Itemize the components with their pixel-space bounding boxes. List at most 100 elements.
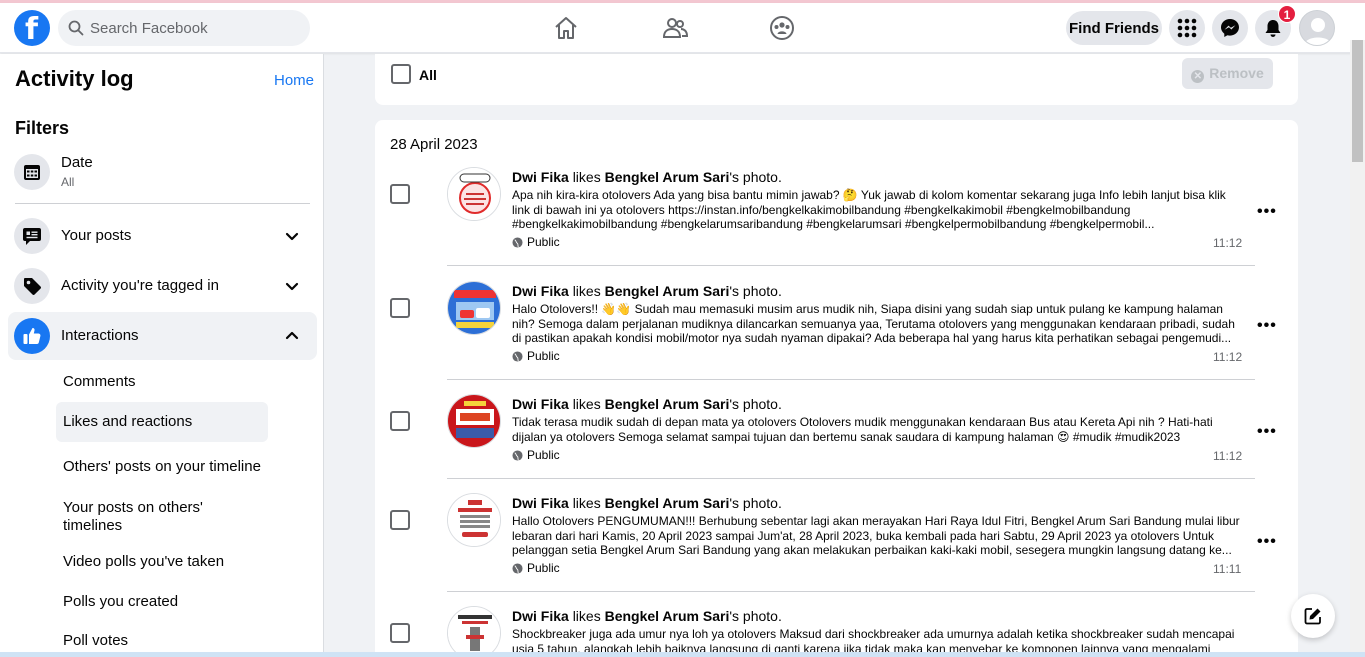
- entry-verb: likes: [572, 608, 601, 624]
- search-input[interactable]: [90, 10, 300, 46]
- post-thumbnail-image: [448, 607, 500, 657]
- sub-item-polls-created[interactable]: Polls you created: [56, 584, 268, 620]
- page-name[interactable]: Bengkel Arum Sari: [605, 169, 730, 185]
- facebook-logo-letter: f: [25, 12, 39, 47]
- sidebar-item-interactions[interactable]: Interactions: [8, 312, 317, 360]
- posts-icon: [23, 228, 41, 245]
- entry-checkbox[interactable]: [390, 623, 410, 643]
- facebook-logo[interactable]: f: [14, 10, 50, 47]
- page-name[interactable]: Bengkel Arum Sari: [605, 608, 730, 624]
- actor-name[interactable]: Dwi Fika: [512, 495, 569, 511]
- page-name[interactable]: Bengkel Arum Sari: [605, 283, 730, 299]
- chevron-down-icon[interactable]: [284, 228, 300, 244]
- new-message-button[interactable]: [1291, 594, 1335, 638]
- post-thumbnail-image: [448, 494, 500, 546]
- entry-time: 11:12: [1213, 350, 1243, 364]
- more-options-icon[interactable]: •••: [1257, 317, 1277, 335]
- entry-separator: [447, 265, 1255, 266]
- entry-verb: likes: [572, 495, 601, 511]
- bulk-actions-card: All ✕ Remove: [375, 54, 1298, 105]
- post-thumbnail-image: [448, 395, 500, 447]
- entry-checkbox[interactable]: [390, 184, 410, 204]
- select-all-checkbox[interactable]: [391, 64, 411, 84]
- bell-icon: [1265, 20, 1281, 37]
- audience: Public: [512, 235, 560, 249]
- more-options-icon[interactable]: •••: [1257, 533, 1277, 551]
- search-icon: [68, 20, 84, 36]
- audience-label: Public: [527, 448, 560, 462]
- scrollbar-thumb[interactable]: [1352, 40, 1363, 162]
- audience: Public: [512, 561, 560, 575]
- entry-time: 11:12: [1213, 449, 1243, 463]
- entry-time: 11:11: [1213, 562, 1242, 576]
- page-title: Activity log: [15, 66, 134, 91]
- entry-title: Dwi Fika likes Bengkel Arum Sari's photo…: [512, 283, 782, 299]
- remove-icon: ✕: [1191, 69, 1205, 83]
- profile-avatar[interactable]: [1299, 10, 1335, 46]
- post-thumbnail[interactable]: [447, 167, 501, 221]
- actor-name[interactable]: Dwi Fika: [512, 283, 569, 299]
- sub-item-your-posts-on-others[interactable]: Your posts on others' timelines: [56, 497, 268, 537]
- sidebar-item-label: Activity you're tagged in: [61, 277, 219, 294]
- sidebar-item-label: Your posts: [61, 227, 132, 244]
- remove-button[interactable]: ✕ Remove: [1182, 58, 1273, 89]
- activity-entry: Dwi Fika likes Bengkel Arum Sari's photo…: [375, 606, 1298, 657]
- sub-item-comments[interactable]: Comments: [56, 364, 268, 400]
- more-options-icon[interactable]: •••: [1257, 203, 1277, 221]
- entry-text: Tidak terasa mudik sudah di depan mata y…: [512, 415, 1213, 445]
- sub-item-others-posts-on-timeline[interactable]: Others' posts on your timeline: [56, 447, 268, 487]
- friends-icon[interactable]: [662, 15, 688, 41]
- sidebar-item-your-posts[interactable]: Your posts: [8, 212, 317, 260]
- day-heading: 28 April 2023: [390, 136, 478, 153]
- filters-heading: Filters: [15, 118, 70, 138]
- activity-entry: Dwi Fika likes Bengkel Arum Sari's photo…: [375, 493, 1298, 603]
- home-icon[interactable]: [553, 15, 579, 41]
- activity-content: All ✕ Remove 28 April 2023 Dwi Fika likes…: [325, 54, 1350, 657]
- date-filter-icon-wrap[interactable]: [14, 154, 50, 190]
- groups-icon[interactable]: [769, 15, 795, 41]
- actor-name[interactable]: Dwi Fika: [512, 396, 569, 412]
- tag-icon-wrap: [14, 268, 50, 304]
- post-thumbnail[interactable]: [447, 493, 501, 547]
- chevron-down-icon[interactable]: [284, 278, 300, 294]
- actor-name[interactable]: Dwi Fika: [512, 608, 569, 624]
- entry-title: Dwi Fika likes Bengkel Arum Sari's photo…: [512, 396, 782, 412]
- activity-list-card: 28 April 2023 Dwi Fika likes Bengkel Aru…: [375, 120, 1298, 657]
- globe-icon: [512, 562, 523, 574]
- post-thumbnail-image: [448, 168, 500, 220]
- menu-button[interactable]: [1169, 10, 1205, 46]
- post-thumbnail[interactable]: [447, 606, 501, 657]
- post-thumbnail[interactable]: [447, 394, 501, 448]
- home-link[interactable]: Home: [274, 72, 314, 89]
- globe-icon: [512, 236, 523, 248]
- entry-title: Dwi Fika likes Bengkel Arum Sari's photo…: [512, 608, 782, 624]
- post-thumbnail-image: [448, 282, 500, 334]
- audience: Public: [512, 448, 560, 462]
- sidebar-item-tagged[interactable]: Activity you're tagged in: [8, 262, 317, 310]
- date-filter-label[interactable]: Date: [61, 154, 93, 171]
- thumbs-up-icon: [23, 328, 41, 344]
- sub-item-likes-reactions[interactable]: Likes and reactions: [56, 402, 268, 442]
- more-options-icon[interactable]: •••: [1257, 423, 1277, 441]
- search-box[interactable]: [58, 10, 310, 46]
- page-name[interactable]: Bengkel Arum Sari: [605, 495, 730, 511]
- entry-checkbox[interactable]: [390, 510, 410, 530]
- entry-suffix: 's photo.: [729, 283, 782, 299]
- post-thumbnail[interactable]: [447, 281, 501, 335]
- notification-count-badge: 1: [1278, 5, 1296, 23]
- entry-separator: [447, 591, 1255, 592]
- entry-title: Dwi Fika likes Bengkel Arum Sari's photo…: [512, 169, 782, 185]
- top-navigation-bar: f Find Friends 1: [0, 3, 1365, 53]
- messenger-button[interactable]: [1212, 10, 1248, 46]
- sub-item-video-polls[interactable]: Video polls you've taken: [56, 544, 268, 580]
- find-friends-button[interactable]: Find Friends: [1066, 11, 1162, 45]
- page-name[interactable]: Bengkel Arum Sari: [605, 396, 730, 412]
- entry-text: Apa nih kira-kira otolovers Ada yang bis…: [512, 188, 1226, 231]
- chevron-up-icon[interactable]: [284, 328, 300, 344]
- entry-checkbox[interactable]: [390, 411, 410, 431]
- bottom-border: [0, 652, 1365, 657]
- entry-checkbox[interactable]: [390, 298, 410, 318]
- actor-name[interactable]: Dwi Fika: [512, 169, 569, 185]
- page-scrollbar[interactable]: [1350, 40, 1365, 657]
- activity-log-sidebar: Activity log Home Filters Date All Your …: [0, 54, 324, 657]
